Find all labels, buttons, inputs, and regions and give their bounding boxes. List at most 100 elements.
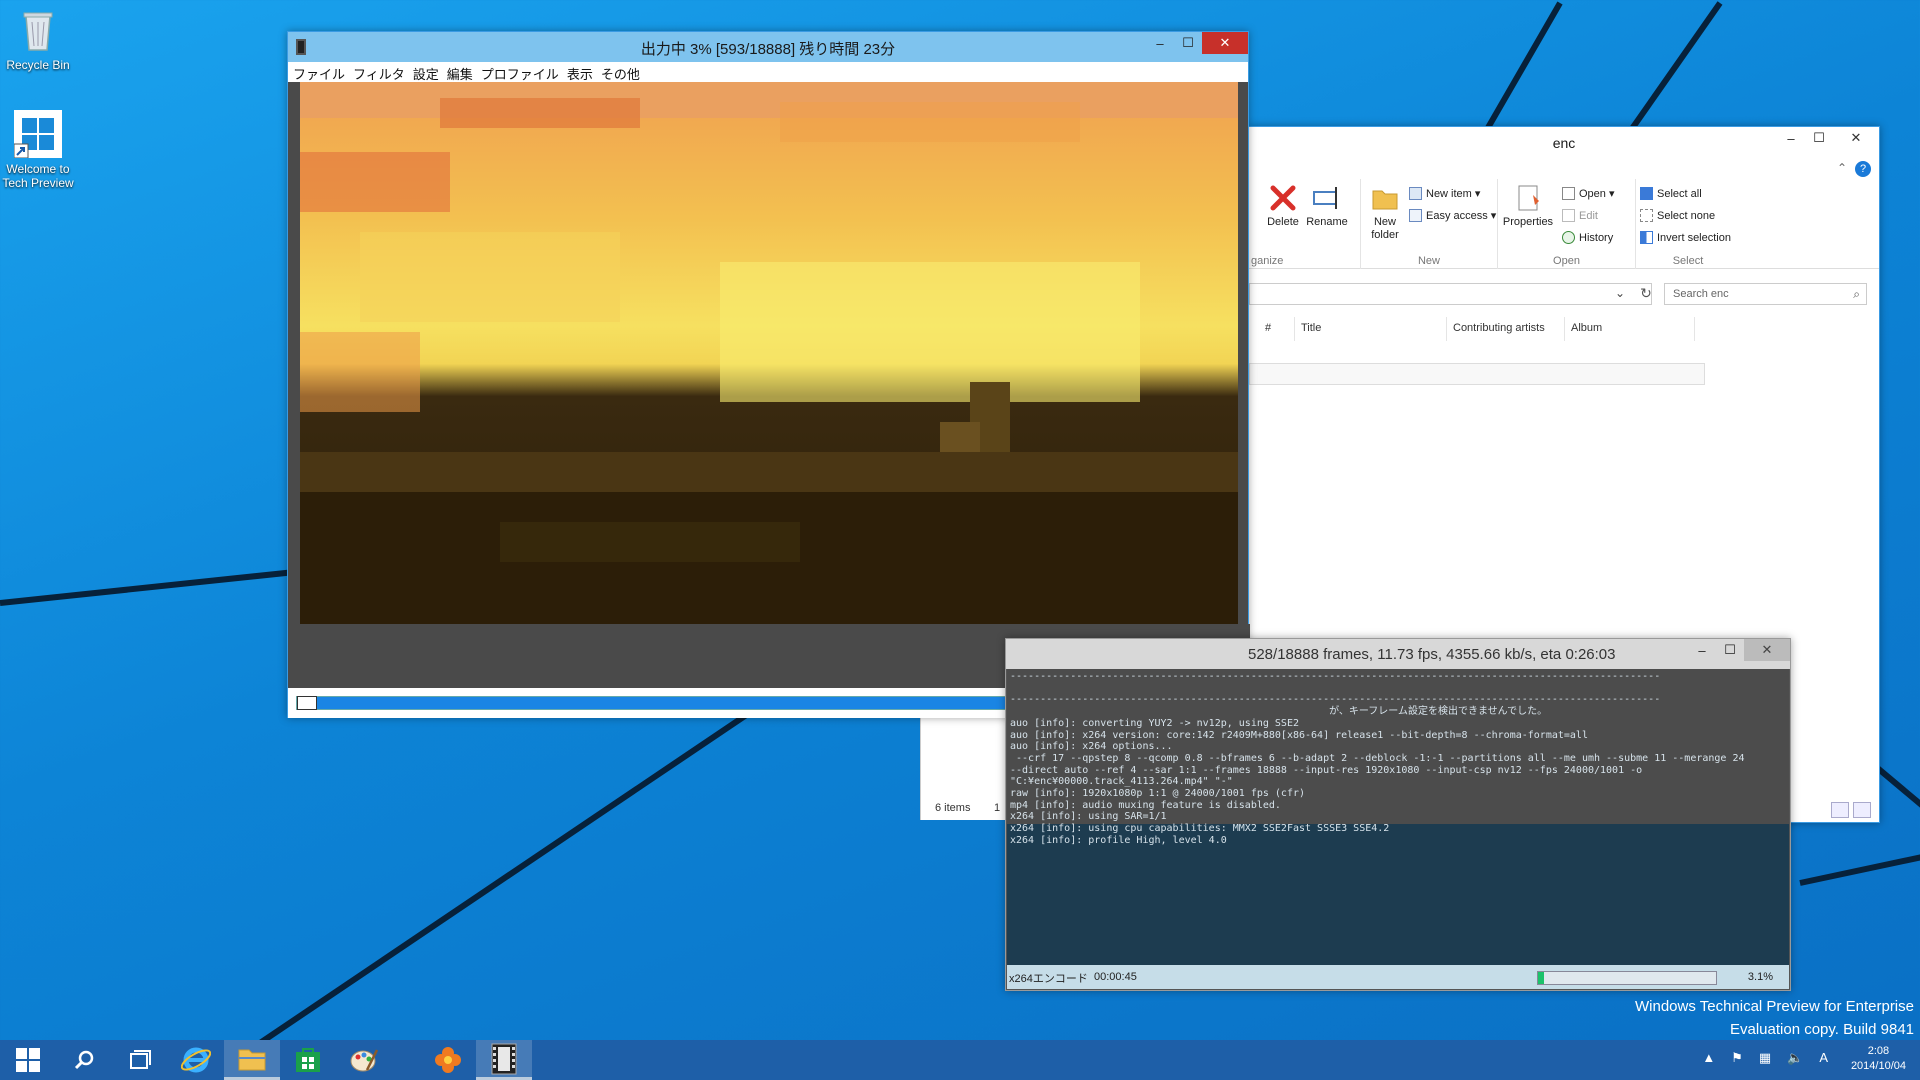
log-line: が、キーフレーム設定を検出できませんでした。 — [1010, 706, 1548, 718]
menu-profile[interactable]: プロファイル — [480, 62, 566, 82]
log-line: auo [info]: converting YUY2 -> nv12p, us… — [1010, 717, 1299, 729]
log-line: auo [info]: x264 version: core:142 r2409… — [1010, 729, 1588, 741]
paint-button[interactable] — [336, 1040, 392, 1080]
network-icon[interactable]: ▦ — [1759, 1050, 1771, 1066]
address-dropdown-icon[interactable]: ⌄ — [1611, 283, 1629, 305]
x264-encode-window[interactable]: 528/18888 frames, 11.73 fps, 4355.66 kb/… — [1005, 638, 1791, 991]
new-item-icon — [1409, 187, 1422, 200]
select-all-button[interactable]: Select all — [1640, 187, 1702, 200]
minimize-button[interactable]: – — [1146, 32, 1174, 54]
tray-expand-icon[interactable]: ▲ — [1702, 1050, 1715, 1066]
menu-settings[interactable]: 設定 — [412, 62, 446, 82]
details-view-icon[interactable] — [1831, 802, 1849, 818]
x264-titlebar[interactable]: 528/18888 frames, 11.73 fps, 4355.66 kb/… — [1006, 639, 1790, 669]
recycle-bin-shortcut[interactable]: Recycle Bin — [0, 6, 76, 72]
minimize-button[interactable]: – — [1688, 639, 1716, 661]
folder-icon — [238, 1049, 266, 1070]
aviutl-window[interactable]: 出力中 3% [593/18888] 残り時間 23分 – ☐ ✕ ファイル フ… — [287, 31, 1250, 718]
encode-label: x264エンコード — [1009, 973, 1088, 985]
file-explorer-button[interactable] — [224, 1040, 280, 1080]
task-view-button[interactable] — [112, 1040, 168, 1080]
select-group-label: Select — [1672, 255, 1704, 267]
welcome-shortcut[interactable]: Welcome to Tech Preview — [0, 110, 76, 190]
help-icon[interactable]: ? — [1855, 161, 1871, 177]
flower-app-button[interactable] — [420, 1040, 476, 1080]
task-view-icon — [130, 1050, 151, 1069]
seek-thumb[interactable] — [297, 696, 317, 710]
selected-count: 1 — [994, 802, 1001, 814]
delete-button[interactable]: Delete — [1261, 183, 1305, 229]
store-button[interactable] — [280, 1040, 336, 1080]
organize-group: Delete Rename ganize — [1249, 179, 1361, 269]
recycle-bin-label: Recycle Bin — [6, 58, 70, 72]
column-album[interactable]: Album — [1565, 317, 1695, 341]
new-folder-button[interactable]: New folder — [1363, 183, 1407, 242]
log-line: --direct auto --ref 4 --sar 1:1 --frames… — [1010, 764, 1643, 776]
clock[interactable]: 2:08 2014/10/04 — [1851, 1044, 1906, 1074]
edit-button[interactable]: Edit — [1562, 209, 1598, 222]
ribbon: Delete Rename ganize New folder New item… — [1249, 179, 1879, 269]
explorer-status-strip: 6 items 1 — [920, 718, 1005, 820]
internet-explorer-button[interactable] — [168, 1040, 224, 1080]
menu-view[interactable]: 表示 — [566, 62, 600, 82]
taskbar: ▲ ⚑ ▦ 🔈 A 2:08 2014/10/04 — [0, 1040, 1920, 1080]
close-button[interactable]: ✕ — [1744, 639, 1790, 661]
menu-file[interactable]: ファイル — [292, 62, 352, 82]
menu-other[interactable]: その他 — [600, 62, 647, 82]
log-line: --crf 17 --qpstep 8 --qcomp 0.8 --bframe… — [1010, 752, 1745, 764]
log-line: raw [info]: 1920x1080p 1:1 @ 24000/1001 … — [1010, 788, 1306, 800]
log-lines: ----------------------------------------… — [1010, 671, 1786, 847]
open-group: Properties Open ▾ Edit History Open — [1498, 179, 1636, 269]
address-bar[interactable] — [1249, 283, 1652, 305]
maximize-button[interactable]: ☐ — [1174, 32, 1202, 54]
properties-button[interactable]: Properties — [1500, 183, 1556, 229]
menu-bar: ファイル フィルタ 設定 編集 プロファイル 表示 その他 — [288, 62, 1248, 82]
menu-edit[interactable]: 編集 — [446, 62, 480, 82]
items-count: 6 items — [935, 802, 971, 814]
view-toggle — [1831, 802, 1871, 818]
paint-palette-icon — [350, 1049, 379, 1072]
minimize-button[interactable]: – — [1777, 127, 1805, 149]
rename-button[interactable]: Rename — [1305, 183, 1349, 229]
open-button[interactable]: Open ▾ — [1562, 187, 1615, 200]
select-none-button[interactable]: Select none — [1640, 209, 1715, 222]
volume-icon[interactable]: 🔈 — [1787, 1050, 1803, 1066]
open-icon — [1562, 187, 1575, 200]
list-item[interactable] — [1249, 363, 1705, 385]
start-button[interactable] — [0, 1040, 56, 1080]
new-item-button[interactable]: New item ▾ — [1409, 187, 1480, 200]
watermark-line1: Windows Technical Preview for Enterprise — [1634, 998, 1914, 1015]
easy-access-button[interactable]: Easy access ▾ — [1409, 209, 1496, 222]
search-input[interactable]: Search enc ⌕ — [1664, 283, 1867, 305]
aviutl-titlebar[interactable]: 出力中 3% [593/18888] 残り時間 23分 – ☐ ✕ — [288, 32, 1248, 62]
column-title[interactable]: Title — [1295, 317, 1447, 341]
aviutl-taskbar-button[interactable] — [476, 1040, 532, 1080]
column-contributing-artists[interactable]: Contributing artists — [1447, 317, 1565, 341]
flag-icon[interactable]: ⚑ — [1731, 1050, 1743, 1066]
refresh-icon[interactable]: ↻ — [1634, 283, 1658, 305]
search-button[interactable] — [56, 1040, 112, 1080]
internet-explorer-icon — [181, 1047, 211, 1073]
system-tray: ▲ ⚑ ▦ 🔈 A — [1702, 1050, 1828, 1066]
history-button[interactable]: History — [1562, 231, 1613, 244]
explorer-titlebar[interactable]: enc – ☐ ✕ — [1249, 127, 1879, 157]
rename-icon — [1312, 183, 1342, 213]
new-group: New folder New item ▾ Easy access ▾ New — [1361, 179, 1498, 269]
maximize-button[interactable]: ☐ — [1716, 639, 1744, 661]
history-icon — [1562, 231, 1575, 244]
invert-selection-button[interactable]: Invert selection — [1640, 231, 1731, 244]
pixelated-frame — [300, 82, 1238, 624]
column-number[interactable]: # — [1259, 317, 1295, 341]
close-button[interactable]: ✕ — [1202, 32, 1248, 54]
log-line: "C:¥enc¥00000.track_4113.264.mp4" "-" — [1010, 776, 1233, 788]
easy-access-icon — [1409, 209, 1422, 222]
maximize-button[interactable]: ☐ — [1805, 127, 1833, 149]
close-button[interactable]: ✕ — [1833, 127, 1879, 149]
menu-filter[interactable]: フィルタ — [352, 62, 412, 82]
encode-progress-bar — [1537, 971, 1717, 985]
large-icons-view-icon[interactable] — [1853, 802, 1871, 818]
seek-bar[interactable] — [296, 696, 1110, 710]
ime-indicator[interactable]: A — [1819, 1050, 1828, 1066]
log-line: mp4 [info]: audio muxing feature is disa… — [1010, 799, 1281, 811]
ribbon-collapse-icon[interactable]: ⌃ — [1837, 161, 1847, 175]
